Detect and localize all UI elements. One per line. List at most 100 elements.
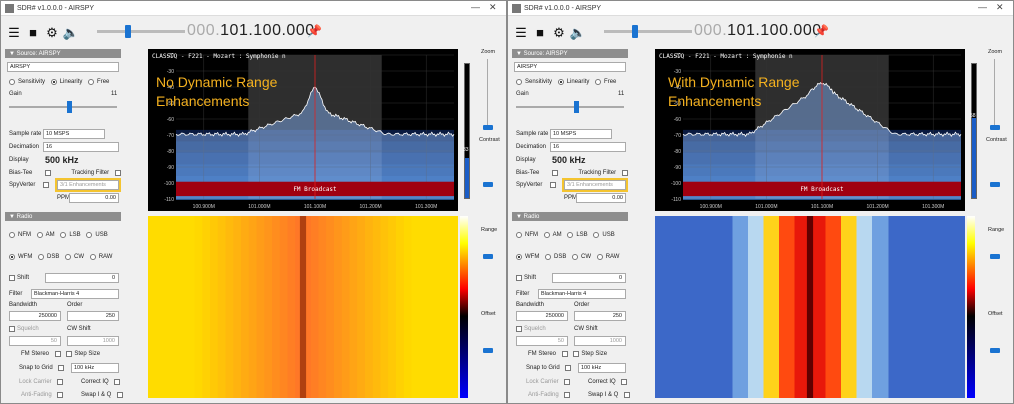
antifading-checkbox[interactable] xyxy=(564,392,571,398)
bandwidth-input[interactable]: 250000 xyxy=(516,311,568,321)
filter-select[interactable]: Blackman-Harris 4 xyxy=(538,289,626,299)
stepsize-checkbox[interactable] xyxy=(66,351,73,357)
offset-handle[interactable] xyxy=(990,348,1000,353)
gain-slider[interactable] xyxy=(516,101,624,113)
contrast-slider[interactable] xyxy=(990,182,1000,187)
fmstereo-checkbox[interactable] xyxy=(561,351,568,357)
sample-rate-select[interactable]: 10 MSPS xyxy=(43,129,105,139)
gear-icon[interactable]: ⚙ xyxy=(45,25,59,40)
dsb-radio[interactable] xyxy=(38,254,44,260)
frequency-display[interactable]: 000.101.100.000 xyxy=(694,22,822,40)
radio-header[interactable]: ▼ Radio xyxy=(512,212,628,221)
cw-radio[interactable] xyxy=(572,254,579,260)
squelch-input[interactable]: 50 xyxy=(516,336,568,346)
raw-radio[interactable] xyxy=(596,254,603,260)
sensitivity-radio[interactable] xyxy=(516,79,522,85)
filter-select[interactable]: Blackman-Harris 4 xyxy=(31,289,119,299)
speaker-icon[interactable]: 🔈 xyxy=(63,25,79,40)
offset-slider[interactable] xyxy=(990,348,1000,353)
correctiq-checkbox[interactable] xyxy=(114,379,121,385)
usb-radio[interactable] xyxy=(593,232,600,238)
ppm-input[interactable]: 0.00 xyxy=(576,193,626,203)
wfm-radio[interactable] xyxy=(516,254,522,260)
am-radio[interactable] xyxy=(543,232,550,238)
range-handle[interactable] xyxy=(990,254,1000,259)
volume-slider[interactable] xyxy=(604,25,692,38)
shift-checkbox[interactable] xyxy=(9,275,15,281)
lockcarrier-checkbox[interactable] xyxy=(57,379,64,385)
dsb-radio[interactable] xyxy=(545,254,551,260)
spyverter-checkbox[interactable] xyxy=(549,182,556,188)
am-radio[interactable] xyxy=(36,232,43,238)
swapiq-checkbox[interactable] xyxy=(624,392,631,398)
linearity-radio[interactable] xyxy=(557,79,564,85)
ppm-input[interactable]: 0.00 xyxy=(69,193,119,203)
cwshift-input[interactable]: 1000 xyxy=(574,336,626,346)
tracking-checkbox[interactable] xyxy=(621,170,628,176)
swapiq-checkbox[interactable] xyxy=(117,392,124,398)
contrast-handle[interactable] xyxy=(990,182,1000,187)
biastee-checkbox[interactable] xyxy=(551,170,558,176)
linearity-radio[interactable] xyxy=(50,79,57,85)
range-slider[interactable] xyxy=(483,254,493,259)
stop-icon[interactable]: ■ xyxy=(26,25,40,40)
gear-icon[interactable]: ⚙ xyxy=(552,25,566,40)
zoom-slider[interactable] xyxy=(990,125,1000,130)
usb-radio[interactable] xyxy=(86,232,93,238)
volume-handle[interactable] xyxy=(632,25,638,38)
snap-checkbox[interactable] xyxy=(58,365,65,371)
gain-slider[interactable] xyxy=(9,101,117,113)
range-slider[interactable] xyxy=(990,254,1000,259)
bandwidth-input[interactable]: 250000 xyxy=(9,311,61,321)
waterfall-display[interactable] xyxy=(655,216,965,398)
sensitivity-radio[interactable] xyxy=(9,79,15,85)
minimize-icon[interactable]: — xyxy=(978,2,987,12)
offset-handle[interactable] xyxy=(483,348,493,353)
snap-select[interactable]: 100 kHz xyxy=(71,363,119,373)
volume-slider[interactable] xyxy=(97,25,185,38)
shift-input[interactable]: 0 xyxy=(45,273,119,283)
pin-icon[interactable]: 📌 xyxy=(307,24,322,38)
snap-checkbox[interactable] xyxy=(565,365,572,371)
decimation-select[interactable]: 16 xyxy=(43,142,119,152)
speaker-icon[interactable]: 🔈 xyxy=(570,25,586,40)
waterfall-display[interactable] xyxy=(148,216,458,398)
zoom-track[interactable] xyxy=(994,59,995,129)
sample-rate-select[interactable]: 10 MSPS xyxy=(550,129,612,139)
stepsize-checkbox[interactable] xyxy=(573,351,580,357)
volume-handle[interactable] xyxy=(125,25,131,38)
lsb-radio[interactable] xyxy=(60,232,67,238)
lsb-radio[interactable] xyxy=(567,232,574,238)
stop-icon[interactable]: ■ xyxy=(533,25,547,40)
frequency-display[interactable]: 000.101.100.000 xyxy=(187,22,315,40)
tracking-checkbox[interactable] xyxy=(114,170,121,176)
contrast-slider[interactable] xyxy=(483,182,493,187)
decimation-select[interactable]: 16 xyxy=(550,142,626,152)
zoom-slider[interactable] xyxy=(483,125,493,130)
correctiq-checkbox[interactable] xyxy=(621,379,628,385)
gain-handle[interactable] xyxy=(574,101,579,113)
device-select[interactable]: AIRSPY xyxy=(7,62,119,72)
raw-radio[interactable] xyxy=(89,254,96,260)
nfm-radio[interactable] xyxy=(516,232,522,238)
free-radio[interactable] xyxy=(595,79,602,85)
snap-select[interactable]: 100 kHz xyxy=(578,363,626,373)
zoom-handle[interactable] xyxy=(990,125,1000,130)
cwshift-input[interactable]: 1000 xyxy=(67,336,119,346)
close-icon[interactable]: ✕ xyxy=(489,2,497,13)
lockcarrier-checkbox[interactable] xyxy=(564,379,571,385)
squelch-checkbox[interactable] xyxy=(516,326,522,332)
zoom-track[interactable] xyxy=(487,59,488,129)
menu-icon[interactable]: ☰ xyxy=(7,25,21,40)
contrast-handle[interactable] xyxy=(483,182,493,187)
antifading-checkbox[interactable] xyxy=(57,392,64,398)
source-header[interactable]: ▼ Source: AIRSPY xyxy=(512,49,628,58)
gain-handle[interactable] xyxy=(67,101,72,113)
offset-slider[interactable] xyxy=(483,348,493,353)
source-header[interactable]: ▼ Source: AIRSPY xyxy=(5,49,121,58)
minimize-icon[interactable]: — xyxy=(471,2,480,12)
device-select[interactable]: AIRSPY xyxy=(514,62,626,72)
shift-input[interactable]: 0 xyxy=(552,273,626,283)
fmstereo-checkbox[interactable] xyxy=(54,351,61,357)
wfm-radio[interactable] xyxy=(9,254,15,260)
